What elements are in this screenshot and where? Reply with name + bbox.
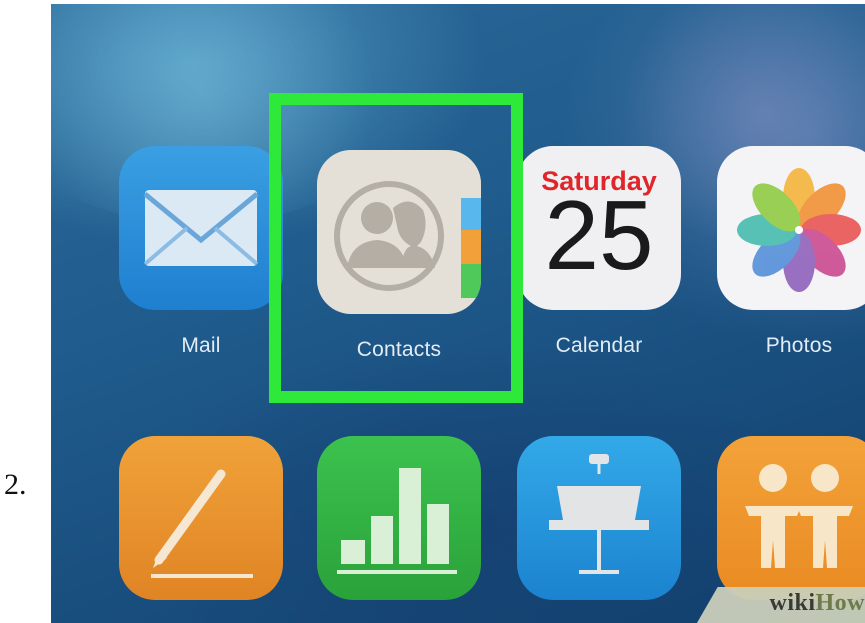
app-photos[interactable]: Photos <box>717 146 865 357</box>
app-mail[interactable]: Mail <box>119 146 283 357</box>
watermark-prefix: wiki <box>769 590 816 616</box>
app-keynote[interactable] <box>517 436 681 600</box>
calendar-date: 25 <box>544 180 654 290</box>
numbers-icon <box>317 436 481 600</box>
icloud-home-screen: Mail Contacts Saturday 25 Calendar Photo… <box>51 4 865 623</box>
find-friends-icon <box>717 436 865 600</box>
photos-icon <box>717 146 865 310</box>
app-label: Photos <box>765 334 833 357</box>
app-label: Calendar <box>555 334 643 357</box>
app-find-friends[interactable] <box>717 436 865 600</box>
calendar-icon: Saturday 25 <box>517 146 681 310</box>
highlight-box <box>269 93 523 403</box>
app-calendar[interactable]: Saturday 25 Calendar <box>517 146 681 357</box>
step-number: 2. <box>4 468 27 501</box>
app-numbers[interactable] <box>317 436 481 600</box>
wikihow-watermark: wikiHow <box>769 590 865 617</box>
keynote-icon <box>517 436 681 600</box>
pages-icon <box>119 436 283 600</box>
mail-icon <box>119 146 283 310</box>
watermark-suffix: How <box>815 590 865 616</box>
app-pages[interactable] <box>119 436 283 600</box>
